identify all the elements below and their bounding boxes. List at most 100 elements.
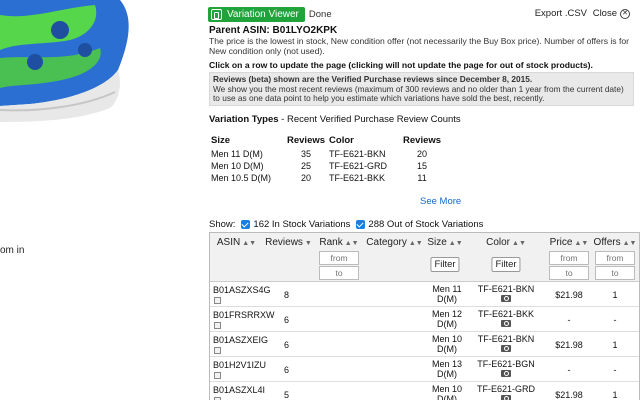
column-header-rank[interactable]: Rank ▲▼	[314, 233, 364, 281]
table-row[interactable]: B01ASZXS4G 8 Men 11 D(M) TF-E621-BKN $21…	[210, 282, 639, 307]
row-color: TF-E621-BKN	[477, 334, 535, 344]
column-header-size[interactable]: Size ▲▼ Filter	[425, 233, 465, 281]
row-price: -	[567, 315, 571, 325]
reviews-info-body: We show you the most recent reviews (max…	[213, 83, 624, 103]
export-csv-link[interactable]: Export .CSV	[535, 8, 587, 19]
sort-both-icon: ▲▼	[512, 240, 526, 247]
copy-icon[interactable]	[214, 297, 221, 304]
table-row[interactable]: B01ASZXEIG 6 Men 10 D(M) TF-E621-BKN $21…	[210, 332, 639, 357]
summary-color: TF-E621-BKN	[329, 149, 386, 159]
variation-types-label: Variation Types	[209, 114, 279, 125]
row-size: Men 11 D(M)	[432, 284, 462, 304]
row-asin: B01ASZXEIG	[213, 335, 269, 345]
summary-color-reviews: 20	[417, 149, 428, 159]
variation-viewer-label: Variation Viewer	[227, 8, 299, 20]
in-stock-checkbox[interactable]	[241, 220, 251, 229]
row-size: Men 12 D(M)	[431, 309, 463, 329]
column-header-color[interactable]: Color ▲▼ Filter	[465, 233, 547, 281]
camera-icon[interactable]	[501, 295, 511, 302]
summary-size: Men 11 D(M)	[211, 149, 263, 159]
copy-icon[interactable]	[214, 347, 221, 354]
price-from-input[interactable]	[549, 251, 589, 265]
column-header-price[interactable]: Price ▲▼	[547, 233, 591, 281]
click-note: Click on a row to update the page (click…	[209, 60, 593, 70]
row-reviews: 6	[284, 315, 290, 325]
product-image: om in	[0, 0, 200, 400]
show-label: Show:	[209, 219, 236, 230]
column-label-price: Price	[549, 237, 573, 248]
page-text-fragment: om in	[0, 245, 25, 256]
row-color: TF-E621-BKK	[477, 309, 535, 319]
parent-asin: Parent ASIN: B01LYO2KPK	[209, 25, 338, 36]
row-asin: B01ASZXL4I	[213, 385, 266, 395]
summary-row: Men 10.5 D(M) 20 TF-E621-BKK 11	[211, 172, 445, 184]
column-header-asin[interactable]: ASIN ▲▼	[210, 233, 263, 281]
variation-viewer-panel: Variation Viewer Done Export .CSV Close …	[205, 0, 640, 400]
column-label-reviews: Reviews	[265, 237, 303, 248]
row-price: -	[567, 365, 571, 375]
camera-icon[interactable]	[501, 370, 511, 377]
summary-color: TF-E621-GRD	[329, 161, 388, 171]
close-icon: ✕	[620, 8, 630, 19]
camera-icon[interactable]	[501, 345, 511, 352]
table-header-row: ASIN▲▼ Reviews▼ Rank▲▼ Category▲▼ Size▲▼…	[210, 233, 639, 282]
summary-row: Men 11 D(M) 35 TF-E621-BKN 20	[211, 148, 445, 160]
offers-to-input[interactable]	[595, 266, 635, 280]
rank-from-input[interactable]	[319, 251, 359, 265]
summary-header-color: Color	[329, 135, 354, 146]
review-summary-table: Size Reviews Color Reviews Men 11 D(M) 3…	[211, 135, 445, 184]
copy-icon[interactable]	[214, 322, 221, 329]
out-of-stock-checkbox[interactable]	[356, 220, 366, 229]
row-reviews: 6	[284, 365, 290, 375]
row-offers: 1	[612, 290, 618, 300]
out-of-stock-label[interactable]: 288 Out of Stock Variations	[368, 219, 483, 230]
color-filter-button[interactable]: Filter	[491, 257, 521, 272]
in-stock-label[interactable]: 162 In Stock Variations	[253, 219, 350, 230]
camera-icon[interactable]	[501, 320, 511, 327]
column-header-offers[interactable]: Offers ▲▼	[591, 233, 639, 281]
sort-desc-icon: ▼	[304, 240, 312, 247]
price-to-input[interactable]	[549, 266, 589, 280]
column-label-asin: ASIN	[216, 237, 241, 248]
sort-both-icon: ▲▼	[242, 240, 257, 247]
shoe-image	[0, 0, 129, 122]
variation-viewer-logo-icon	[211, 8, 222, 20]
row-color: TF-E621-BKN	[477, 284, 535, 294]
rank-to-input[interactable]	[319, 266, 359, 280]
row-asin: B01H2V1IZU	[213, 360, 267, 370]
table-row[interactable]: B01ASZXL4I 5 Men 10 D(M) TF-E621-GRD $21…	[210, 382, 639, 400]
sort-both-icon: ▲▼	[344, 240, 359, 247]
summary-header-size: Size	[211, 135, 231, 146]
table-row[interactable]: B01FRSRRXW 6 Men 12 D(M) TF-E621-BKK - -	[210, 307, 639, 332]
summary-header-reviews: Reviews	[287, 135, 326, 146]
size-filter-button[interactable]: Filter	[430, 257, 460, 272]
row-offers: -	[613, 365, 617, 375]
row-offers: 1	[612, 390, 618, 400]
column-header-reviews[interactable]: Reviews ▼	[263, 233, 314, 281]
camera-icon[interactable]	[501, 395, 511, 400]
column-label-size: Size	[427, 237, 447, 248]
row-size: Men 10 D(M)	[431, 334, 463, 354]
offers-from-input[interactable]	[595, 251, 635, 265]
summary-size-reviews: 25	[301, 161, 312, 171]
row-reviews: 8	[284, 290, 290, 300]
row-price: $21.98	[555, 390, 583, 400]
done-link[interactable]: Done	[309, 9, 332, 20]
copy-icon[interactable]	[214, 372, 221, 379]
price-description: The price is the lowest in stock, New co…	[209, 36, 630, 56]
table-row[interactable]: B01H2V1IZU 6 Men 13 D(M) TF-E621-BGN - -	[210, 357, 639, 382]
row-price: $21.98	[555, 340, 583, 350]
column-header-category[interactable]: Category ▲▼	[364, 233, 425, 281]
variations-table: ASIN▲▼ Reviews▼ Rank▲▼ Category▲▼ Size▲▼…	[209, 232, 640, 400]
summary-size: Men 10 D(M)	[211, 161, 264, 171]
variation-viewer-button[interactable]: Variation Viewer	[208, 6, 305, 22]
close-button[interactable]: Close ✕	[593, 8, 630, 19]
row-offers: 1	[612, 340, 618, 350]
column-label-offers: Offers	[593, 237, 621, 248]
see-more-link[interactable]: See More	[420, 196, 461, 207]
summary-color-reviews: 11	[417, 173, 427, 183]
row-size: Men 13 D(M)	[431, 359, 463, 379]
row-color: TF-E621-GRD	[476, 384, 535, 394]
column-label-rank: Rank	[319, 237, 343, 248]
sort-both-icon: ▲▼	[408, 240, 423, 247]
